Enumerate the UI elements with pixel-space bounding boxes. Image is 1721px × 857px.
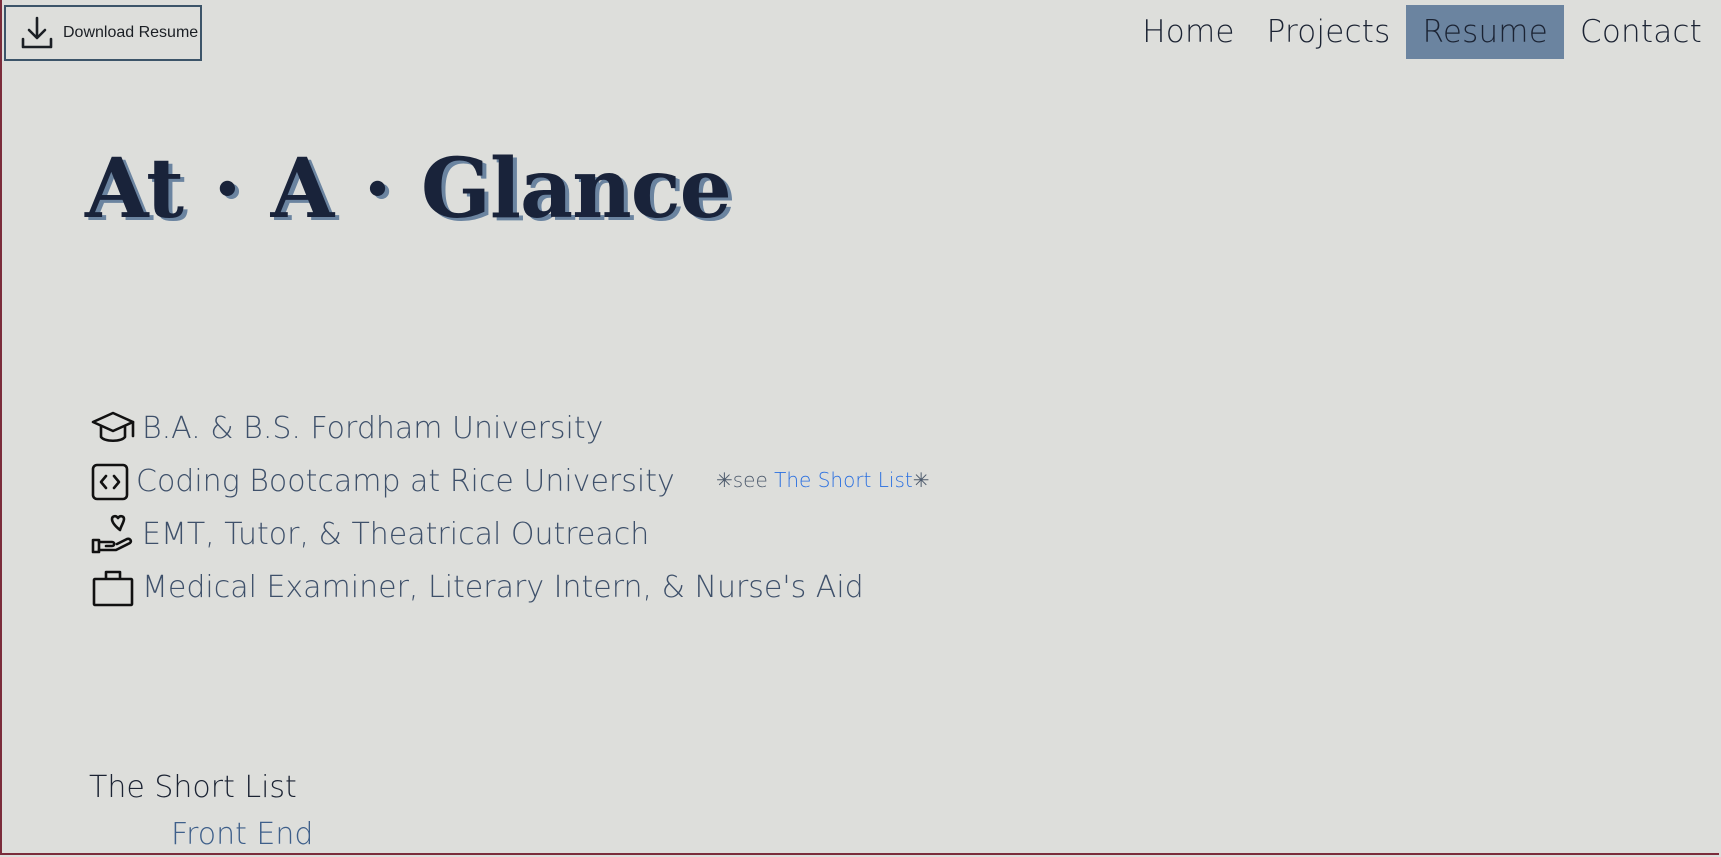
- see-note-suffix: ✳: [912, 468, 930, 492]
- briefcase-icon: [89, 564, 137, 612]
- list-item: B.A. & B.S. Fordham University: [89, 402, 864, 455]
- title-separator: ·: [363, 141, 392, 237]
- glance-bootcamp: Coding Bootcamp at Rice University: [136, 464, 675, 499]
- graduation-cap-icon: [89, 405, 137, 453]
- title-word-at: At: [85, 141, 184, 237]
- see-note-prefix: ✳see: [716, 468, 775, 492]
- main-nav: Home Projects Resume Contact: [1126, 5, 1718, 59]
- glance-work: Medical Examiner, Literary Intern, & Nur…: [142, 570, 864, 605]
- front-end-heading[interactable]: Front End: [171, 817, 313, 852]
- list-item: EMT, Tutor, & Theatrical Outreach: [89, 508, 864, 561]
- hand-heart-icon: [89, 511, 137, 559]
- download-icon: [19, 15, 55, 51]
- nav-projects[interactable]: Projects: [1251, 5, 1407, 59]
- title-separator: ·: [213, 141, 242, 237]
- short-list-heading: The Short List: [89, 770, 297, 805]
- short-list-link[interactable]: The Short List: [774, 468, 913, 492]
- list-item: Medical Examiner, Literary Intern, & Nur…: [89, 561, 864, 614]
- page-title: At · A · Glance: [85, 141, 732, 237]
- glance-education: B.A. & B.S. Fordham University: [142, 411, 604, 446]
- download-resume-button[interactable]: Download Resume: [4, 5, 202, 61]
- code-icon: [89, 458, 131, 506]
- nav-home[interactable]: Home: [1126, 5, 1250, 59]
- title-word-glance: Glance: [420, 141, 732, 237]
- nav-contact[interactable]: Contact: [1564, 5, 1718, 59]
- see-short-list-note: ✳see The Short List✳: [716, 468, 929, 492]
- nav-resume[interactable]: Resume: [1406, 5, 1564, 59]
- glance-list: B.A. & B.S. Fordham University Coding Bo…: [89, 402, 864, 614]
- title-word-a: A: [270, 141, 335, 237]
- page: Download Resume Home Projects Resume Con…: [3, 0, 1718, 853]
- download-resume-label: Download Resume: [63, 24, 199, 41]
- glance-outreach: EMT, Tutor, & Theatrical Outreach: [142, 517, 650, 552]
